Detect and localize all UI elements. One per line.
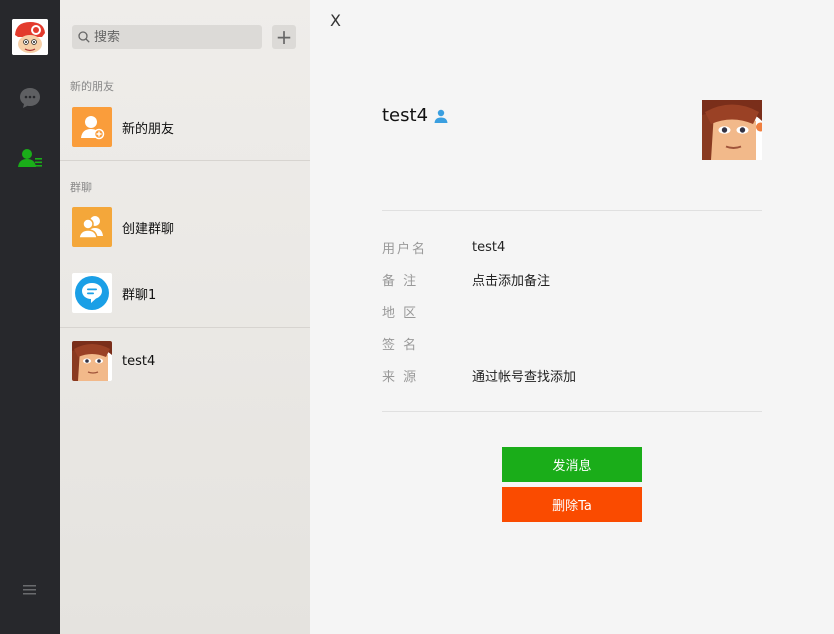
nav-rail	[0, 0, 60, 634]
field-label: 备 注	[382, 273, 419, 289]
divider	[382, 411, 762, 412]
list-item-create-group[interactable]: 创建群聊	[60, 197, 310, 257]
avatar-image	[12, 19, 48, 55]
chat-bubble-icon	[20, 88, 40, 108]
field-source: 来 源 通过帐号查找添加	[382, 365, 762, 385]
field-remark: 备 注 点击添加备注	[382, 269, 762, 289]
divider	[382, 210, 762, 211]
person-icon	[433, 108, 449, 124]
field-region: 地 区	[382, 301, 762, 321]
list-item-group1[interactable]: 群聊1	[60, 263, 310, 323]
search-icon	[78, 31, 90, 43]
contacts-icon	[18, 149, 42, 167]
send-message-button[interactable]: 发消息	[502, 447, 642, 482]
close-button[interactable]: X	[330, 11, 346, 30]
field-label: 地 区	[382, 305, 419, 321]
chat-nav-icon[interactable]	[17, 85, 43, 111]
list-item-test4[interactable]: test4	[60, 331, 310, 391]
field-label: 来 源	[382, 369, 419, 385]
add-remark-link[interactable]: 点击添加备注	[472, 270, 550, 289]
list-item-label: test4	[122, 353, 156, 369]
hamburger-icon	[23, 585, 36, 595]
contact-nickname-row: test4	[382, 105, 449, 126]
field-signature: 签 名	[382, 333, 762, 353]
field-username: 用户名 test4	[382, 237, 762, 257]
add-button[interactable]: +	[272, 25, 296, 49]
group-icon	[72, 207, 112, 247]
avatar-image	[702, 100, 762, 160]
contact-detail-panel: X test4 用户名 test4 备 注 点击添加备注 地 区 签 名 来 源…	[310, 0, 834, 634]
divider	[60, 160, 310, 161]
field-value: test4	[472, 239, 506, 255]
list-item-label: 创建群聊	[122, 221, 175, 237]
list-item-label: 新的朋友	[122, 121, 175, 137]
my-avatar[interactable]	[12, 19, 48, 55]
contacts-nav-icon[interactable]	[17, 145, 43, 171]
contact-list-panel: + 新的朋友 新的朋友 群聊 创建群聊	[60, 0, 310, 634]
divider	[60, 327, 310, 328]
add-friend-icon	[72, 107, 112, 147]
field-value: 通过帐号查找添加	[472, 369, 577, 385]
contact-avatar[interactable]	[702, 100, 762, 160]
field-label: 签 名	[382, 337, 419, 353]
avatar	[72, 341, 112, 381]
list-item-new-friends[interactable]: 新的朋友	[60, 97, 310, 157]
search-input[interactable]	[94, 29, 254, 45]
search-box[interactable]	[72, 25, 262, 49]
field-label: 用户名	[382, 241, 428, 257]
menu-icon[interactable]	[19, 580, 41, 600]
list-item-label: 群聊1	[122, 287, 157, 303]
section-title-groups: 群聊	[70, 181, 92, 194]
section-title-new-friends: 新的朋友	[70, 80, 114, 93]
delete-contact-button[interactable]: 删除Ta	[502, 487, 642, 522]
contact-nickname: test4	[382, 105, 429, 126]
chat-bubble-icon	[72, 273, 112, 313]
